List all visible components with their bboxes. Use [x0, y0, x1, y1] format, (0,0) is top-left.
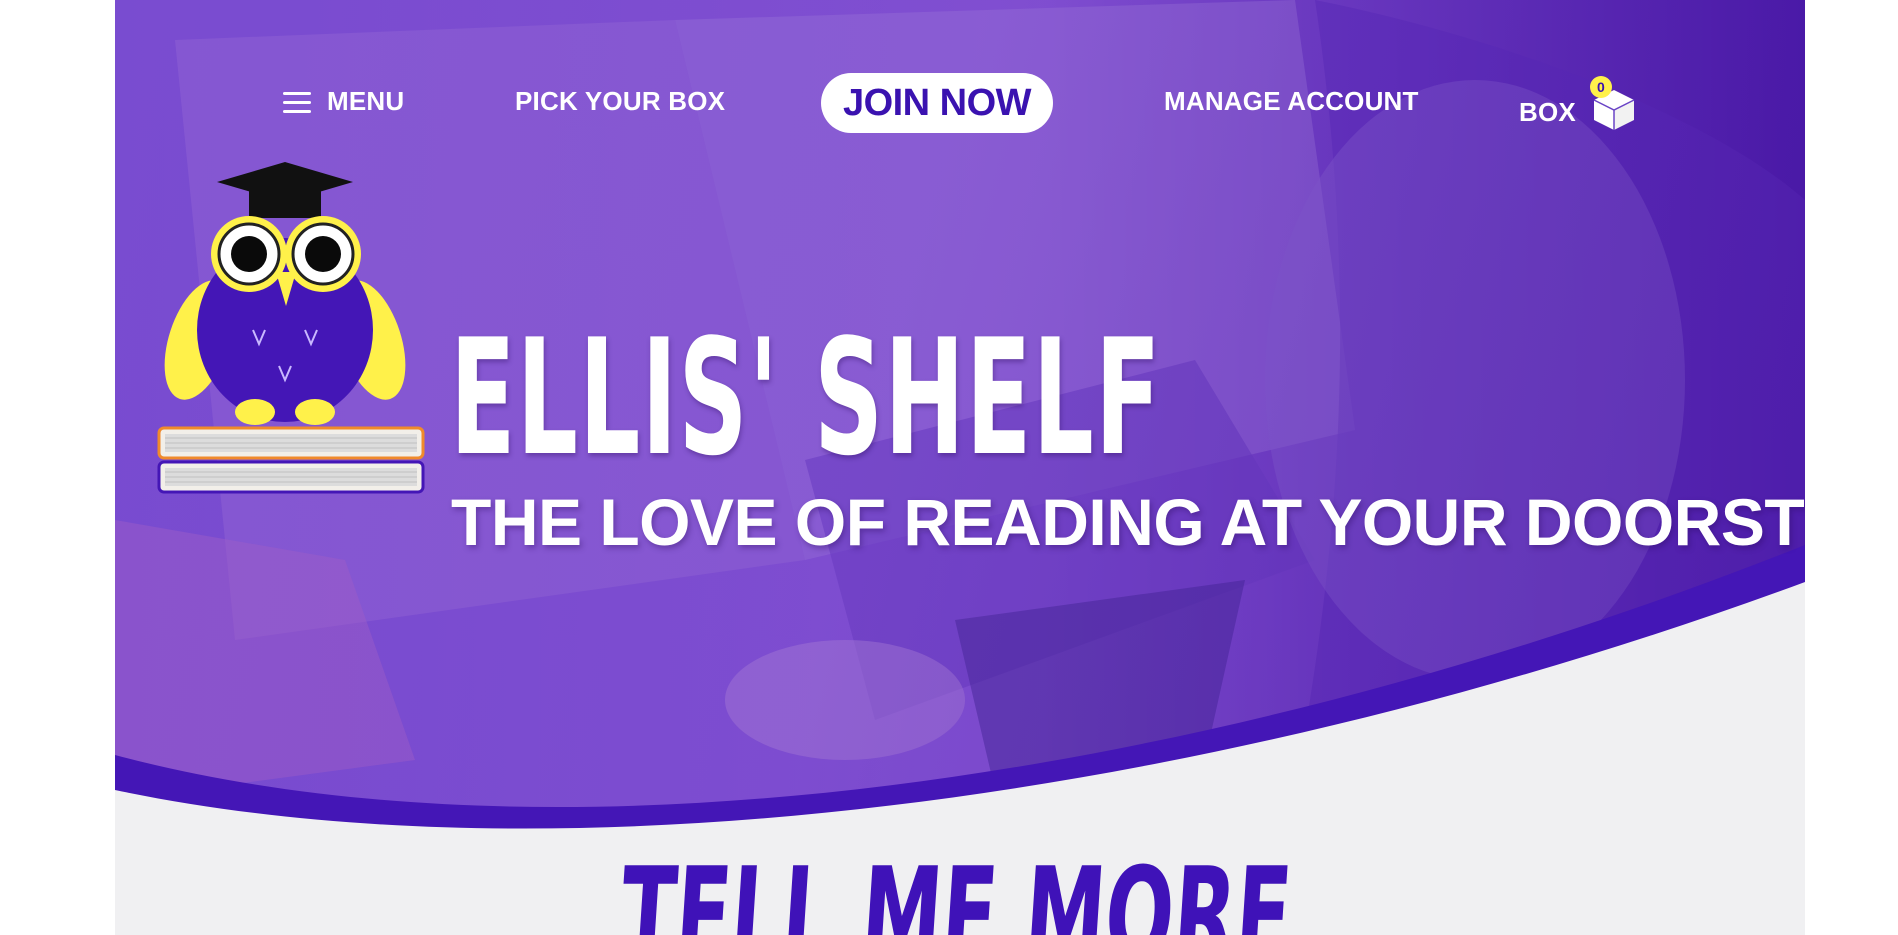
box-icon: 0: [1589, 76, 1638, 132]
pick-your-box-link[interactable]: PICK YOUR BOX: [515, 86, 725, 117]
box-count-badge: 0: [1589, 76, 1612, 98]
main-nav: MENU PICK YOUR BOX JOIN NOW MANAGE ACCOU…: [115, 70, 1805, 140]
page: MENU PICK YOUR BOX JOIN NOW MANAGE ACCOU…: [115, 0, 1805, 935]
box-label: BOX: [1519, 96, 1576, 127]
owl-logo[interactable]: [157, 160, 437, 500]
hero-tagline: THE LOVE OF READING AT YOUR DOORSTEP: [451, 485, 1805, 559]
box-cart-link[interactable]: BOX 0: [1519, 76, 1638, 136]
join-now-button[interactable]: JOIN NOW: [821, 73, 1053, 133]
tell-me-more-heading: TELL ME MORE: [115, 839, 1805, 935]
hamburger-icon: [283, 91, 311, 113]
site-title: ELLIS' SHELF: [450, 304, 1162, 491]
tell-me-more-text: TELL ME MORE: [615, 839, 1296, 935]
menu-label: MENU: [327, 86, 405, 116]
menu-button[interactable]: MENU: [283, 86, 404, 117]
manage-account-link[interactable]: MANAGE ACCOUNT: [1164, 86, 1419, 117]
